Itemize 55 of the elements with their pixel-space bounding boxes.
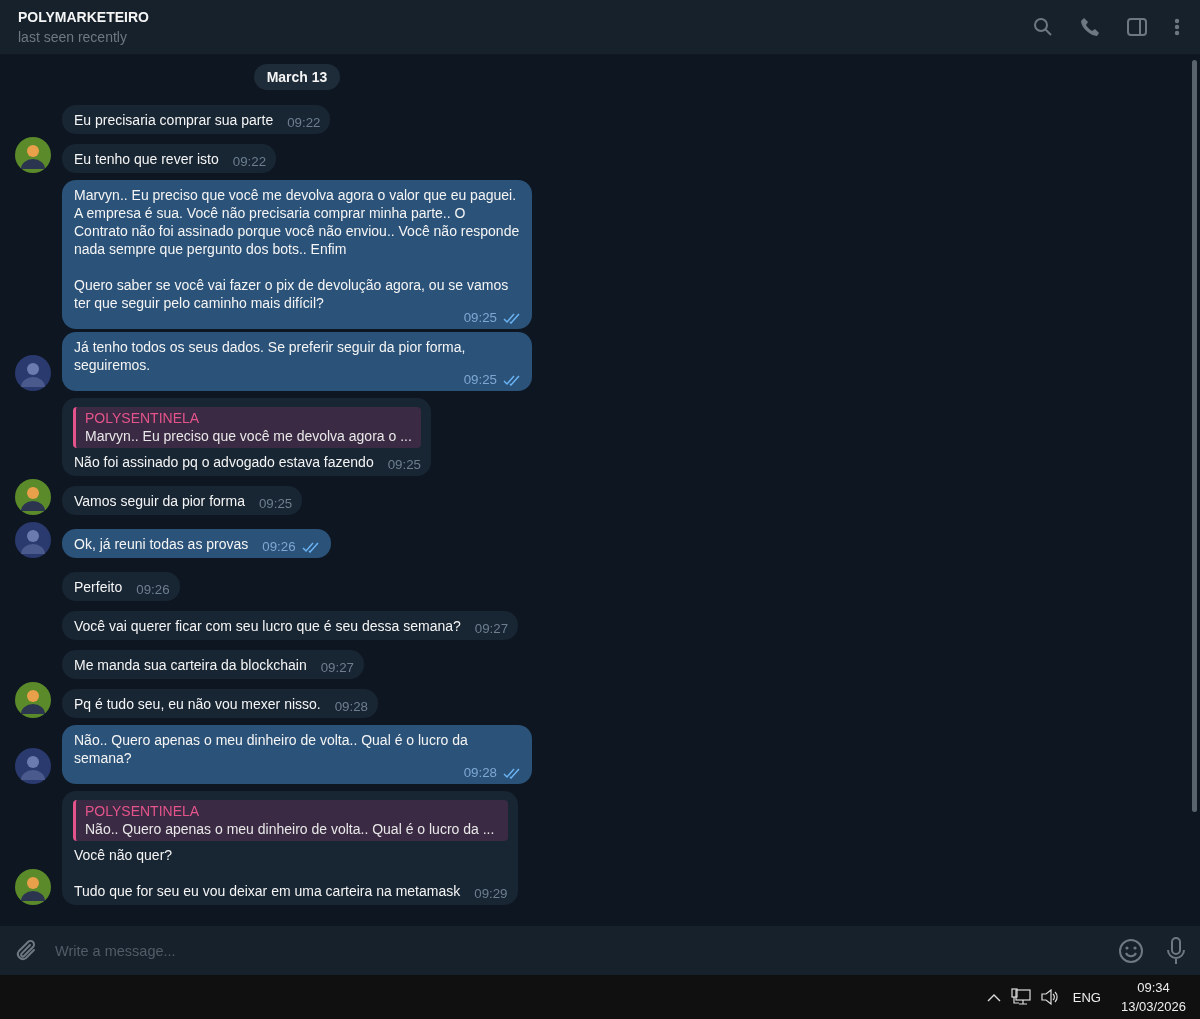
message-text: Já tenho todos os seus dados. Se preferir seguir da pior forma, seguiremos. bbox=[74, 338, 467, 374]
reply-quote[interactable]: POLYSENTINELA Não.. Quero apenas o meu dinheiro de volta.. Qual é o lucro da ... bbox=[73, 800, 508, 841]
reply-text: Não.. Quero apenas o meu dinheiro de volta.. Qual é o lucro da ... bbox=[85, 820, 496, 839]
avatar[interactable] bbox=[15, 748, 51, 784]
clock-date[interactable]: 13/03/2026 bbox=[1120, 999, 1186, 1014]
message-time: 09:29 bbox=[474, 885, 508, 903]
clock-time[interactable]: 09:34 bbox=[1137, 980, 1170, 995]
message-time: 09:26 bbox=[136, 581, 170, 599]
chevron-up-icon[interactable] bbox=[986, 992, 1001, 1002]
message-text: Vamos seguir da pior forma bbox=[74, 492, 245, 510]
reply-author: POLYSENTINELA bbox=[85, 802, 201, 820]
avatar[interactable] bbox=[15, 522, 51, 558]
message-time: 09:22 bbox=[287, 114, 321, 132]
chat-title: POLYMARKETEIRO bbox=[18, 9, 150, 25]
message-text: Não foi assinado pq o advogado estava fazendo bbox=[74, 453, 374, 471]
message-text: Ok, já reuni todas as provas bbox=[74, 535, 249, 553]
message-text: Me manda sua carteira da blockchain bbox=[74, 656, 307, 674]
search-icon[interactable] bbox=[1033, 17, 1053, 37]
message-text: Perfeito bbox=[74, 578, 123, 596]
microphone-icon[interactable] bbox=[1166, 936, 1186, 965]
status-text: last seen recently bbox=[18, 29, 128, 45]
reply-text: Marvyn.. Eu preciso que você me devolva agora o ... bbox=[85, 427, 412, 446]
avatar[interactable] bbox=[15, 137, 51, 173]
reply-quote[interactable]: POLYSENTINELA Marvyn.. Eu preciso que você me devolva agora o ... bbox=[73, 407, 421, 448]
message-text: Marvyn.. Eu preciso que você me devolva agora o valor que eu paguei. A empresa é sua. Você não precisaria comprar minha parte.. O Contrato não foi assinado porque você não enviou.. Você não responde nada sempre que pergunto dos bots.. Enfim Quero saber se você vai fazer o pix de devolução agora, ou se vamos ter que seguir pelo caminho mais difícil? bbox=[74, 186, 520, 312]
message-time: 09:28 bbox=[463, 764, 497, 782]
avatar[interactable] bbox=[15, 869, 51, 905]
message-time: 09:27 bbox=[320, 659, 354, 677]
more-icon[interactable] bbox=[1174, 18, 1180, 36]
avatar[interactable] bbox=[15, 682, 51, 718]
message-time: 09:27 bbox=[474, 620, 509, 638]
avatar[interactable] bbox=[15, 355, 51, 391]
network-icon[interactable] bbox=[1010, 988, 1031, 1006]
message-time: 09:28 bbox=[334, 698, 368, 716]
avatar[interactable] bbox=[15, 479, 51, 515]
message-time: 09:25 bbox=[463, 371, 497, 389]
emoji-icon[interactable] bbox=[1118, 937, 1144, 964]
message-time: 09:26 bbox=[262, 538, 296, 556]
message-text: Não.. Quero apenas o meu dinheiro de volta.. Qual é o lucro da semana? bbox=[74, 731, 469, 767]
message-time: 09:25 bbox=[258, 495, 293, 513]
scrollbar[interactable] bbox=[1192, 60, 1197, 812]
reply-author: POLYSENTINELA bbox=[85, 409, 201, 427]
message-text: Eu tenho que rever isto bbox=[74, 150, 219, 168]
date-badge: March 13 bbox=[253, 64, 341, 90]
volume-icon[interactable] bbox=[1040, 989, 1059, 1005]
message-time: 09:25 bbox=[463, 309, 497, 327]
message-time: 09:22 bbox=[232, 153, 267, 171]
phone-icon[interactable] bbox=[1080, 17, 1100, 37]
sidebar-icon[interactable] bbox=[1127, 18, 1147, 36]
message-text: Eu precisaria comprar sua parte bbox=[74, 111, 274, 129]
message-text: Pq é tudo seu, eu não vou mexer nisso. bbox=[74, 695, 321, 713]
language-indicator[interactable]: ENG bbox=[1072, 989, 1101, 1005]
message-time: 09:25 bbox=[387, 456, 421, 474]
message-text: Você não quer? Tudo que for seu eu vou deixar em uma carteira na metamask bbox=[74, 846, 461, 900]
message-text: Você vai querer ficar com seu lucro que é seu dessa semana? bbox=[74, 617, 461, 635]
